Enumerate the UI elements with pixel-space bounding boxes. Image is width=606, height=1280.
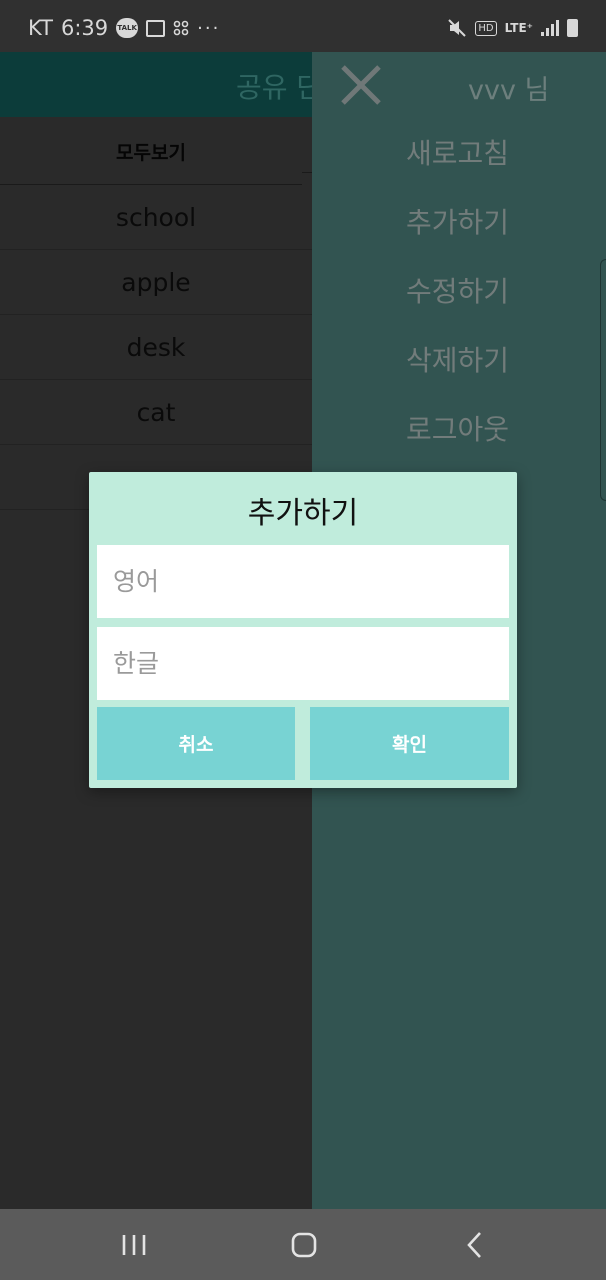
tab-bar: 모두보기 bbox=[0, 117, 312, 185]
tab-all[interactable]: 모두보기 bbox=[0, 117, 302, 185]
menu-refresh[interactable]: 새로고침 bbox=[406, 132, 509, 201]
app-header: 공유 단 bbox=[0, 52, 312, 117]
signal-icon bbox=[541, 20, 559, 36]
word-row-cat[interactable]: cat bbox=[0, 380, 312, 445]
status-left: KT 6:39 TALK ··· bbox=[28, 16, 220, 40]
dialog-title: 추가하기 bbox=[247, 496, 359, 531]
word-row-school[interactable]: school bbox=[0, 185, 312, 250]
word-row-desk[interactable]: desk bbox=[0, 315, 312, 380]
word-row-apple[interactable]: apple bbox=[0, 250, 312, 315]
lte-icon: LTE⁺ bbox=[504, 21, 533, 35]
more-notifications-icon: ··· bbox=[197, 17, 221, 39]
divider bbox=[302, 172, 312, 173]
korean-input[interactable] bbox=[97, 627, 509, 700]
status-right: HD LTE⁺ bbox=[447, 18, 578, 38]
clock: 6:39 bbox=[60, 16, 109, 40]
app-shortcut-icon bbox=[173, 20, 189, 36]
battery-icon bbox=[567, 19, 578, 37]
menu-delete[interactable]: 삭제하기 bbox=[406, 339, 509, 408]
app-title: 공유 단 bbox=[236, 71, 312, 104]
english-input[interactable] bbox=[97, 545, 509, 618]
close-icon[interactable] bbox=[340, 64, 382, 106]
status-bar: KT 6:39 TALK ··· HD LTE⁺ bbox=[0, 0, 606, 52]
recent-apps-icon[interactable] bbox=[114, 1227, 154, 1263]
drawer-menu: 새로고침 추가하기 수정하기 삭제하기 로그아웃 bbox=[406, 132, 509, 477]
carrier-label: KT bbox=[28, 16, 53, 40]
home-icon[interactable] bbox=[284, 1227, 324, 1263]
word-list: school apple desk cat bbox=[0, 185, 312, 510]
cancel-button[interactable]: 취소 bbox=[97, 707, 295, 780]
confirm-button[interactable]: 확인 bbox=[310, 707, 509, 780]
gallery-icon bbox=[146, 19, 166, 37]
kakaotalk-icon: TALK bbox=[116, 18, 139, 38]
add-word-dialog: 추가하기 취소 확인 bbox=[89, 472, 517, 788]
hd-voice-icon: HD bbox=[475, 20, 497, 36]
mute-icon bbox=[447, 18, 467, 38]
menu-add[interactable]: 추가하기 bbox=[406, 201, 509, 270]
back-icon[interactable] bbox=[456, 1227, 496, 1263]
menu-logout[interactable]: 로그아웃 bbox=[406, 408, 509, 477]
edge-panel-handle[interactable] bbox=[600, 259, 606, 501]
menu-edit[interactable]: 수정하기 bbox=[406, 270, 509, 339]
user-greeting: vvv 님 bbox=[468, 75, 550, 106]
system-navigation-bar bbox=[0, 1209, 606, 1280]
